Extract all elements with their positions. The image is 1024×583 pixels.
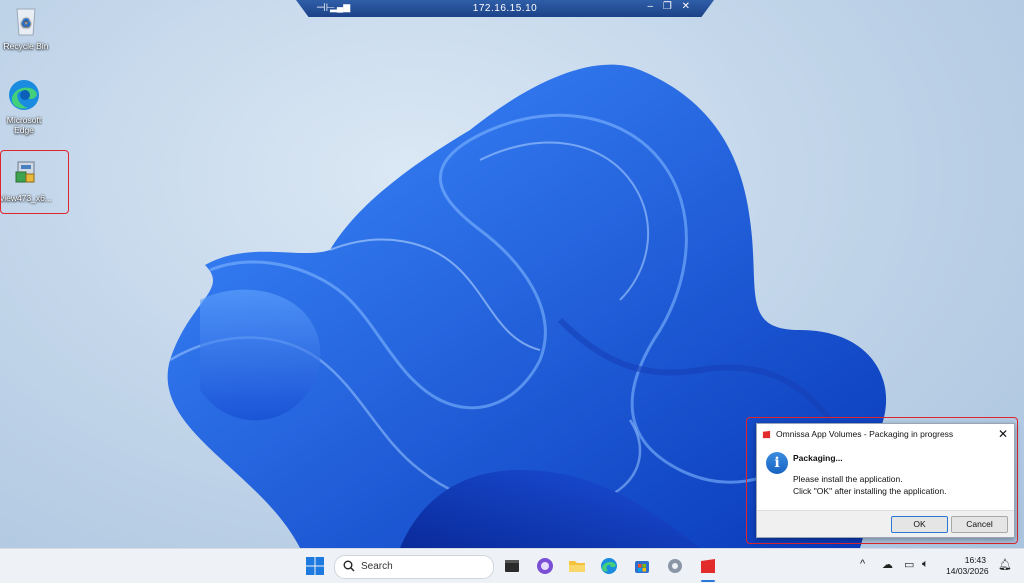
settings-icon[interactable] [665, 556, 685, 576]
minimize-icon[interactable]: ‒ [648, 1, 654, 12]
dialog-heading: Packaging... [793, 453, 843, 463]
volume-icon[interactable]: 🔈︎ [922, 558, 929, 571]
copilot-icon[interactable] [535, 556, 555, 576]
packaging-dialog: Omnissa App Volumes - Packaging in progr… [756, 423, 1015, 538]
notification-bell-icon[interactable]: 🔔︎ [998, 558, 1012, 571]
dialog-close-button[interactable]: ✕ [992, 427, 1014, 441]
info-icon: i [766, 452, 788, 474]
taskbar: Search ^ ☁ ▭ 🔈︎ 16:43 14/03/2026 🔔︎ [0, 548, 1024, 583]
taskbar-clock[interactable]: 16:43 14/03/2026 [946, 555, 989, 577]
app-volumes-icon [762, 430, 771, 438]
desktop-icon-edge[interactable]: Microsoft Edge [0, 78, 54, 135]
ok-button[interactable]: OK [891, 516, 948, 533]
file-explorer-icon[interactable] [567, 556, 587, 576]
start-icon[interactable] [305, 556, 325, 576]
chevron-up-icon[interactable]: ^ [860, 558, 865, 570]
network-icon[interactable]: ▭ [904, 558, 914, 571]
dialog-footer: OK Cancel [757, 510, 1014, 537]
svg-text:♻: ♻ [21, 16, 32, 30]
edge-icon [6, 78, 42, 112]
cloud-offline-icon[interactable]: ☁ [882, 558, 893, 571]
dialog-titlebar[interactable]: Omnissa App Volumes - Packaging in progr… [757, 424, 1014, 444]
store-icon[interactable] [632, 556, 652, 576]
search-icon [343, 560, 355, 572]
desktop-icon-recycle-bin[interactable]: ♻ Recycle Bin [0, 4, 56, 51]
app-volumes-icon[interactable] [698, 556, 718, 576]
taskbar-search-box[interactable]: Search [334, 555, 494, 579]
close-icon[interactable]: ✕ [682, 1, 690, 12]
dialog-message-line-2: Click "OK" after installing the applicat… [793, 486, 947, 496]
highlight-box-installer [0, 150, 69, 214]
search-placeholder: Search [361, 561, 393, 572]
cancel-button[interactable]: Cancel [951, 516, 1008, 533]
dialog-message-line-1: Please install the application. [793, 474, 903, 484]
terminal-icon[interactable] [502, 556, 522, 576]
recycle-bin-icon: ♻ [8, 4, 44, 38]
clock-date: 14/03/2026 [946, 566, 989, 576]
restore-icon[interactable]: ❐ [663, 1, 672, 12]
desktop-icon-label: Recycle Bin [3, 41, 49, 51]
rdp-connection-bar[interactable]: ⊣⊢ ▂▄▆ 172.16.15.10 ‒ ❐ ✕ [296, 0, 714, 17]
clock-time: 16:43 [964, 555, 986, 565]
desktop-icon-label: Microsoft Edge [6, 115, 42, 135]
dialog-title: Omnissa App Volumes - Packaging in progr… [776, 429, 954, 439]
edge-icon[interactable] [599, 556, 619, 576]
